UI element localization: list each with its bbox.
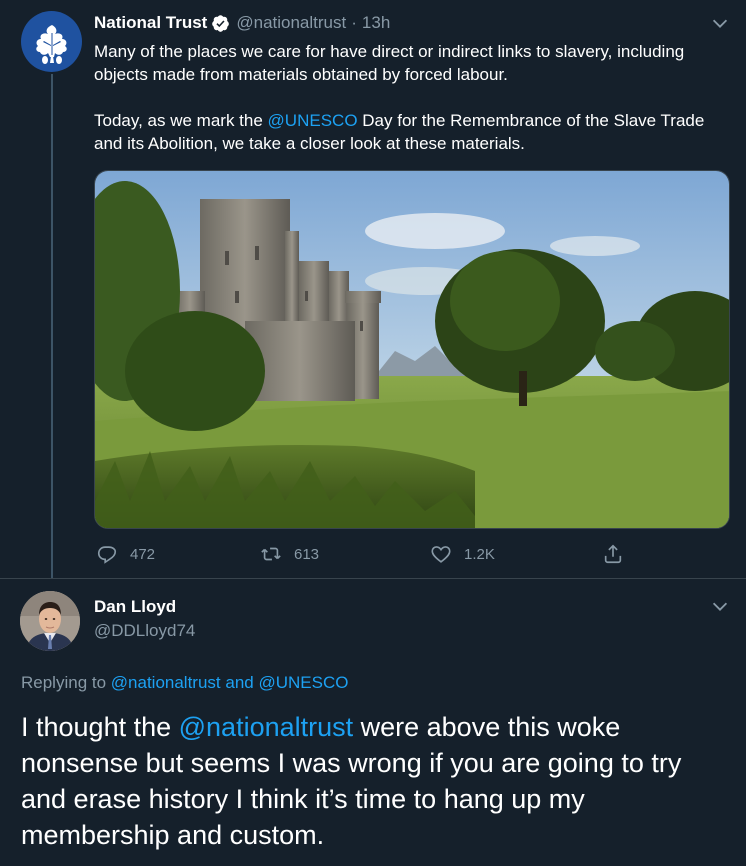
reply-text-segment: I thought the (21, 712, 179, 742)
tweet-photo[interactable] (94, 170, 730, 529)
author-display-name[interactable]: National Trust (94, 13, 207, 33)
replying-to-unesco-link[interactable]: @UNESCO (258, 673, 348, 692)
tweet-paragraph-1: Many of the places we care for have dire… (94, 42, 685, 84)
thread-line (51, 74, 53, 578)
reply-count: 472 (130, 545, 156, 563)
reply-author-handle[interactable]: @DDLloyd74 (94, 621, 195, 641)
unesco-mention-link[interactable]: @UNESCO (268, 111, 358, 130)
tweet-actions: 472 613 1.2K (94, 540, 634, 568)
tweet-timestamp[interactable]: 13h (362, 13, 390, 33)
replying-to-joiner: and (220, 673, 259, 692)
reply-icon (97, 546, 117, 564)
like-count: 1.2K (464, 545, 495, 563)
header-separator: · (351, 13, 357, 32)
author-handle[interactable]: @nationaltrust (236, 13, 346, 33)
national-trust-avatar[interactable] (21, 11, 82, 72)
tweet-paragraph-2: Today, as we mark the @UNESCO Day for th… (94, 109, 724, 155)
replying-to: Replying to @nationaltrust and @UNESCO (21, 673, 348, 693)
like-button[interactable]: 1.2K (430, 540, 495, 568)
retweet-count: 613 (294, 545, 320, 563)
original-tweet[interactable]: National Trust @nationaltrust · 13h Many… (0, 0, 746, 578)
share-button[interactable] (602, 540, 636, 568)
dan-lloyd-avatar[interactable] (20, 591, 80, 651)
reply-button[interactable]: 472 (96, 540, 155, 568)
profile-photo (20, 591, 80, 651)
tweet-text: Many of the places we care for have dire… (94, 40, 724, 155)
reply-text: I thought the @nationaltrust were above … (21, 709, 731, 853)
retweet-button[interactable]: 613 (260, 540, 319, 568)
nationaltrust-mention-link[interactable]: @nationaltrust (179, 712, 354, 742)
replying-to-nationaltrust-link[interactable]: @nationaltrust (111, 673, 221, 692)
reply-author-display-name[interactable]: Dan Lloyd (94, 597, 176, 617)
oak-leaf-logo-icon (36, 25, 67, 64)
tweet-header: National Trust @nationaltrust · 13h (94, 12, 390, 34)
share-icon (604, 544, 622, 564)
chevron-down-icon[interactable] (709, 595, 731, 617)
verified-badge-icon (212, 14, 230, 32)
reply-tweet[interactable]: Dan Lloyd @DDLloyd74 Replying to @nation… (0, 579, 746, 866)
castle-landscape-image (95, 171, 729, 528)
retweet-icon (261, 547, 281, 561)
chevron-down-icon[interactable] (709, 12, 731, 34)
replying-to-prefix: Replying to (21, 673, 111, 692)
like-icon (431, 546, 451, 563)
tweet-text-segment: Today, as we mark the (94, 111, 268, 130)
